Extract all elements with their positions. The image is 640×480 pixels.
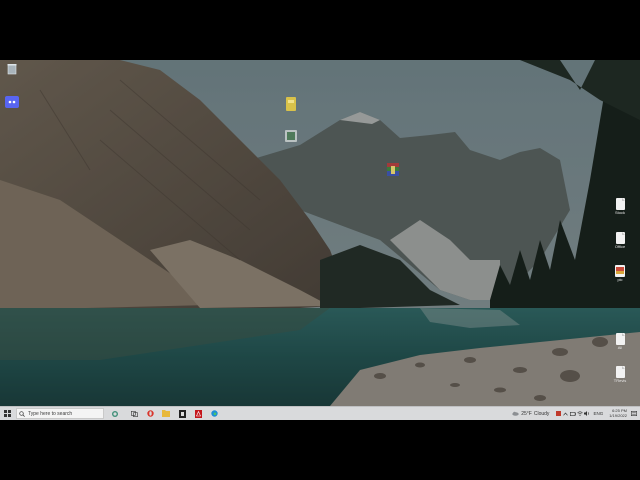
show-hidden-icons-button[interactable] — [562, 407, 569, 420]
recycle-bin-icon — [7, 64, 17, 75]
edge-taskbar-button[interactable] — [206, 407, 222, 420]
tray-app-button[interactable] — [555, 407, 562, 420]
network-button[interactable] — [576, 407, 583, 420]
document-icon — [615, 232, 625, 244]
volume-button[interactable] — [583, 407, 590, 420]
desktop-icon-winrar[interactable] — [382, 163, 404, 177]
task-view-button[interactable] — [126, 407, 142, 420]
windows-logo-icon — [3, 410, 11, 417]
document-icon — [615, 366, 625, 378]
cloud-icon — [512, 411, 519, 416]
edge-icon — [210, 410, 218, 417]
opera-icon — [146, 410, 154, 417]
wallpaper-dim-overlay — [0, 60, 640, 406]
document-icon — [615, 333, 625, 345]
document-icon — [615, 198, 625, 210]
battery-icon — [569, 411, 576, 416]
desktop-icon-label: TRevis — [613, 378, 627, 383]
adobe-reader-taskbar-button[interactable] — [190, 407, 206, 420]
battery-button[interactable] — [569, 407, 576, 420]
speaker-icon — [583, 411, 589, 416]
weather-temperature: 25°F — [521, 410, 532, 417]
start-button[interactable] — [0, 407, 14, 420]
desktop-icon-folder[interactable] — [280, 97, 302, 111]
desktop-icon-label: Stock — [614, 210, 625, 215]
desktop-icon-trevis[interactable]: TRevis — [609, 366, 631, 383]
taskbar: Type here to search 25°F Cloudy ENG 6:25… — [0, 406, 640, 420]
desktop-icon-pic[interactable]: pic — [609, 265, 631, 282]
tray-app-icon — [556, 411, 562, 416]
weather-widget[interactable]: 25°F Cloudy — [512, 411, 549, 417]
search-icon — [19, 410, 25, 417]
folder-icon — [286, 97, 296, 111]
taskbar-search-box[interactable]: Type here to search — [16, 408, 104, 419]
desktop-icon-office[interactable]: Office — [609, 232, 631, 249]
wifi-icon — [577, 411, 583, 416]
cortana-icon — [112, 410, 118, 417]
epic-games-taskbar-button[interactable] — [174, 407, 190, 420]
desktop-icon-stock[interactable]: Stock — [609, 198, 631, 215]
desktop: Stock Office pic All TRevis — [0, 60, 640, 406]
winrar-icon — [387, 163, 399, 176]
recorder-app-icon — [285, 130, 297, 142]
desktop-icon-label: pic — [617, 277, 623, 282]
opera-taskbar-button[interactable] — [142, 407, 158, 420]
file-explorer-taskbar-button[interactable] — [158, 407, 174, 420]
system-tray: 25°F Cloudy ENG 6:25 PM 1/19/2022 — [512, 407, 640, 420]
desktop-icon-discord[interactable] — [1, 96, 23, 108]
input-language[interactable]: ENG — [593, 411, 603, 416]
task-view-icon — [130, 410, 138, 417]
desktop-icon-recorder[interactable] — [280, 130, 302, 142]
discord-icon — [5, 96, 19, 108]
desktop-icon-all[interactable]: All — [609, 333, 631, 350]
adobe-reader-icon — [194, 409, 202, 418]
desktop-icon-label: Office — [614, 244, 626, 249]
chevron-up-icon — [563, 411, 569, 416]
desktop-icon-label: All — [617, 345, 623, 350]
taskbar-clock[interactable]: 6:25 PM 1/19/2022 — [609, 408, 627, 418]
notification-icon — [631, 410, 637, 416]
epic-games-icon — [178, 409, 186, 418]
weather-condition: Cloudy — [533, 410, 550, 417]
file-explorer-icon — [162, 410, 170, 417]
cortana-button[interactable] — [108, 407, 122, 420]
image-file-icon — [615, 265, 625, 277]
clock-date: 1/19/2022 — [609, 412, 627, 418]
desktop-icon-recycle-bin[interactable] — [1, 63, 23, 75]
action-center-button[interactable] — [630, 407, 638, 420]
search-placeholder: Type here to search — [28, 410, 73, 417]
